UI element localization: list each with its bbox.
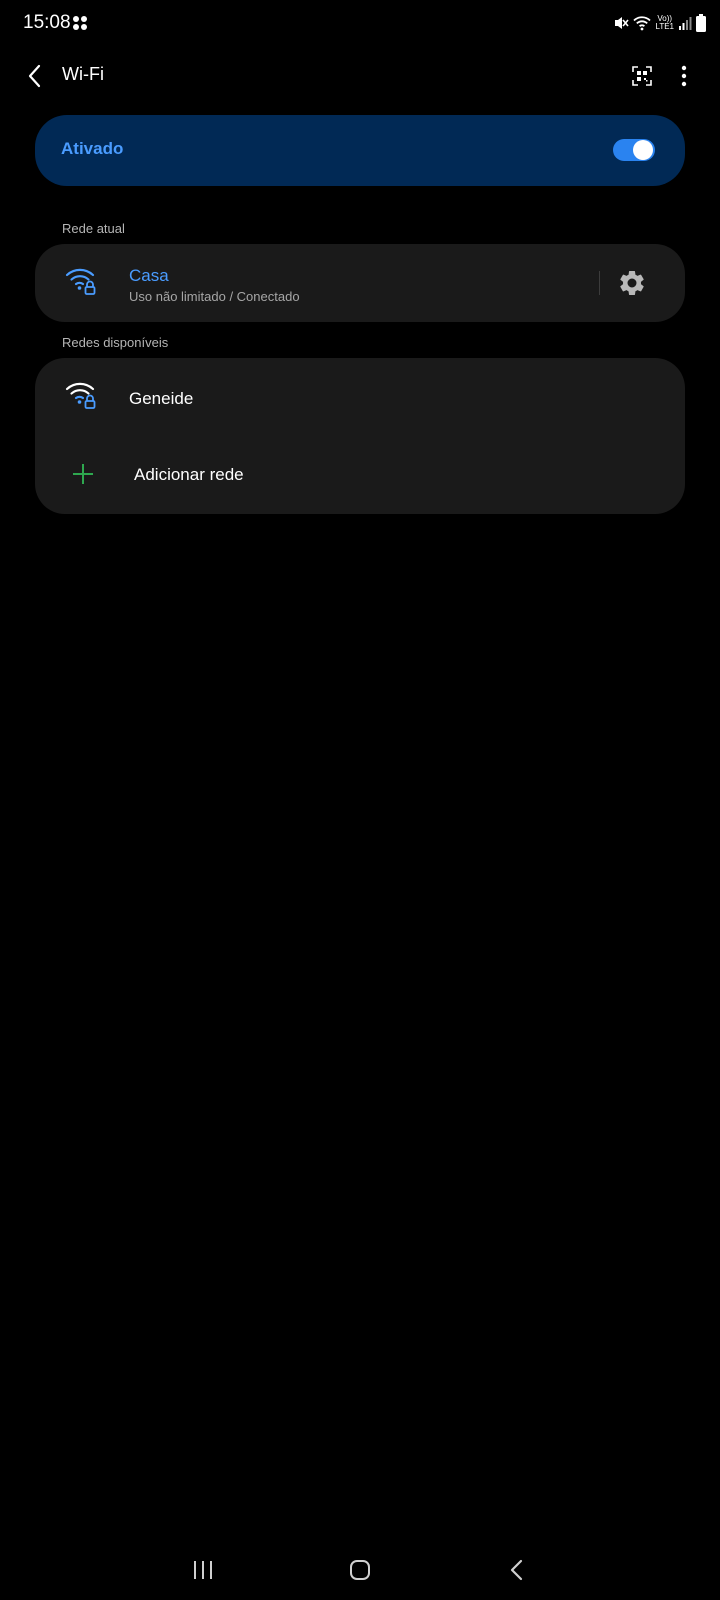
network-name: Geneide [129,389,194,408]
current-network-status: Uso não limitado / Conectado [129,289,300,304]
status-icons: Vo)) LTE1 [613,12,706,34]
recents-icon[interactable] [185,1552,221,1588]
nav-bar [0,1540,720,1600]
home-icon[interactable] [342,1552,378,1588]
plus-icon [73,464,93,484]
wifi-master-switch-card[interactable]: Ativado [35,115,685,186]
page-title: Wi-Fi [62,64,104,84]
current-network-name: Casa [129,266,169,285]
app-dots-icon [73,16,87,30]
wifi-toggle[interactable] [613,139,655,161]
back-nav-icon[interactable] [500,1552,536,1588]
volte-icon: Vo)) LTE1 [655,15,674,31]
cell-signal-icon [679,17,692,30]
app-bar: Wi-Fi [0,52,720,100]
wifi-lock-icon [65,268,96,295]
wifi-lock-icon [65,382,96,409]
status-time: 15:08 [23,12,71,33]
mute-icon [615,17,630,29]
more-vert-icon[interactable] [670,64,698,88]
available-networks-list: Geneide Adicionar rede [35,358,685,514]
battery-icon [696,14,706,32]
add-network-row[interactable]: Adicionar rede [35,436,685,514]
wifi-signal-icon [633,16,652,31]
available-networks-header: Redes disponíveis [62,335,169,350]
volte-bottom: LTE1 [655,22,674,31]
back-icon[interactable] [22,62,50,90]
current-network-row[interactable]: Casa Uso não limitado / Conectado [35,244,685,322]
current-network-header: Rede atual [62,221,125,236]
network-row-geneide[interactable]: Geneide [35,358,685,436]
status-bar: 15:08 Vo)) LTE1 [0,0,720,44]
gear-icon[interactable] [617,268,647,298]
add-network-label: Adicionar rede [134,465,244,484]
toggle-knob [633,140,653,160]
row-divider [599,271,600,295]
qr-code-icon[interactable] [630,64,654,88]
wifi-master-label: Ativado [61,139,124,158]
